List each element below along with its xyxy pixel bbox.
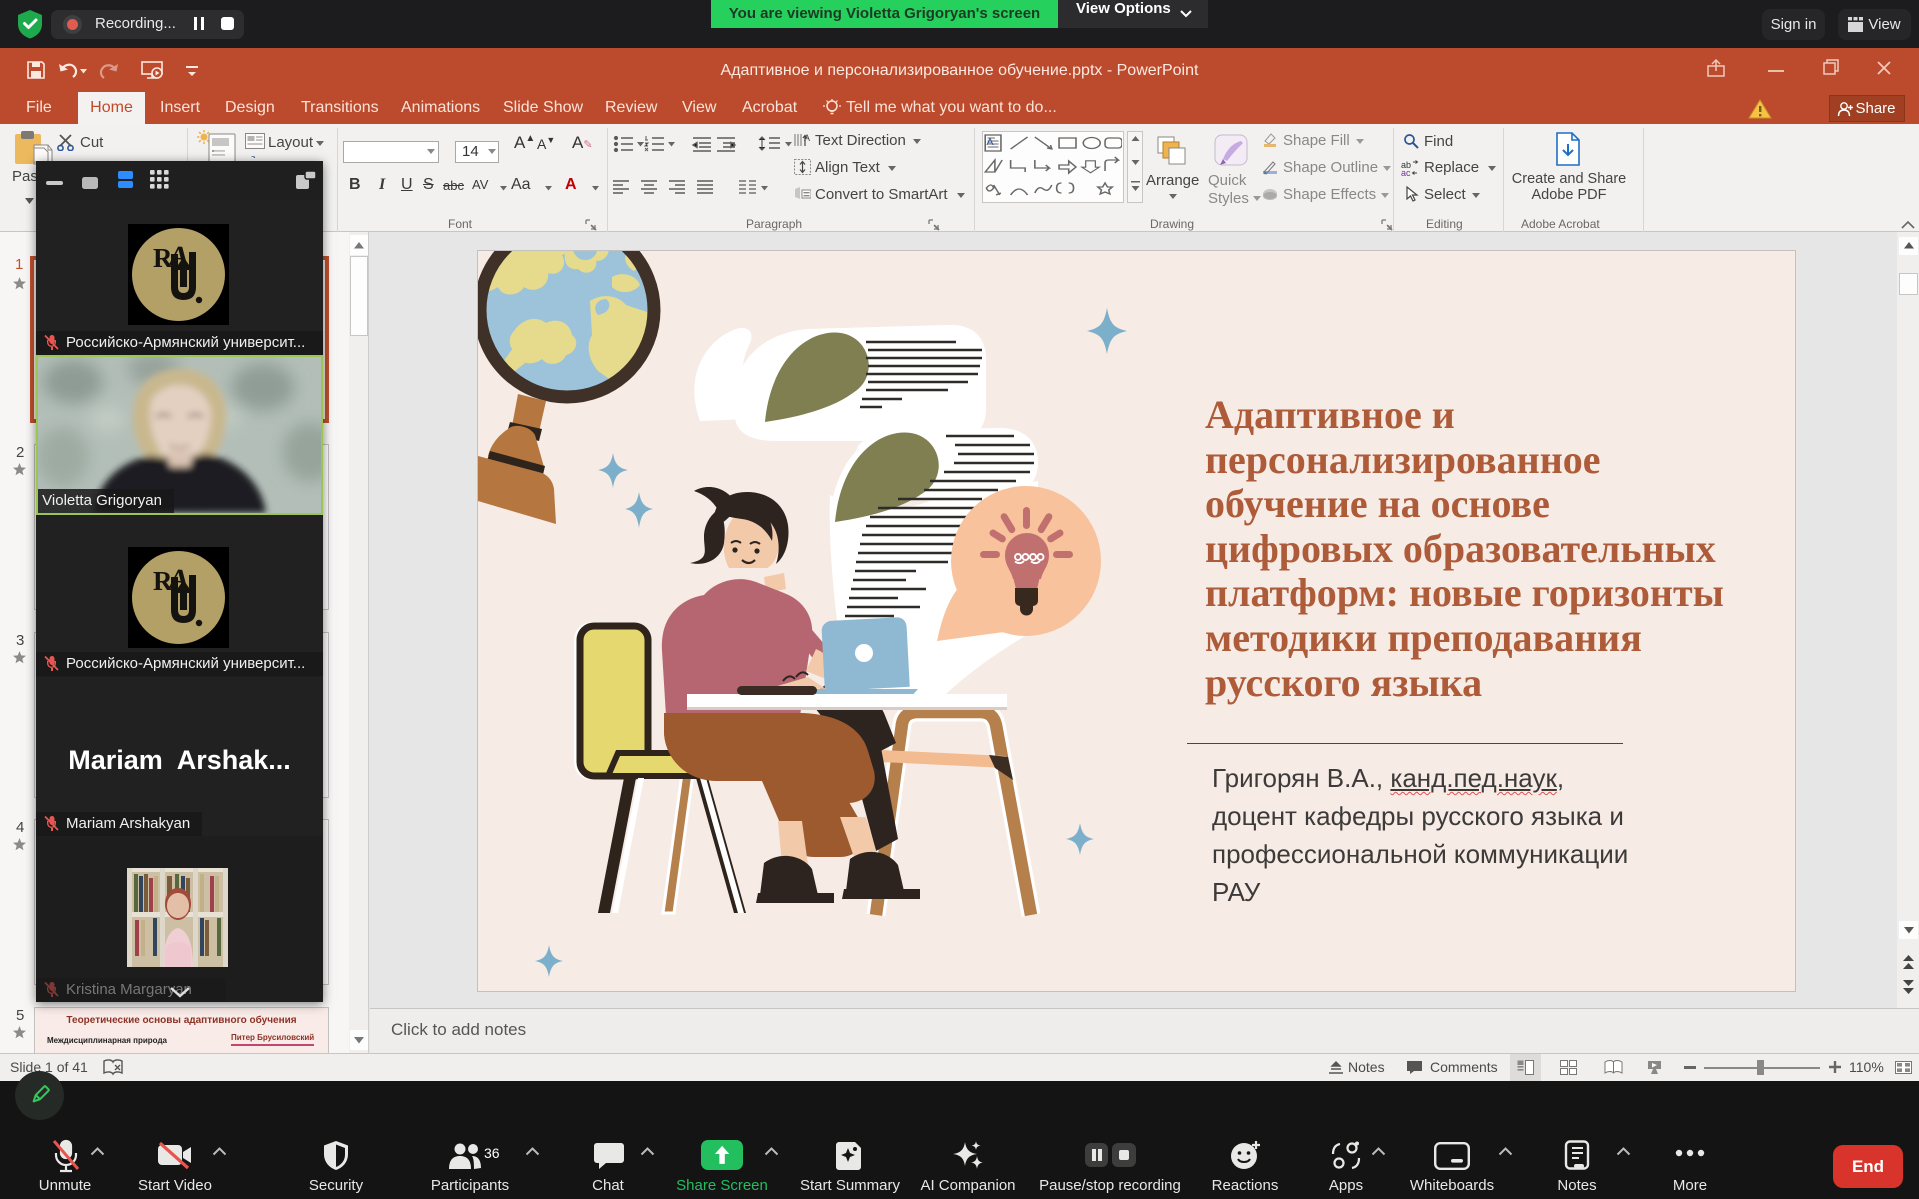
svg-text:A: A [986, 138, 994, 148]
svg-text:ac: ac [1401, 168, 1411, 176]
svg-text:A: A [804, 133, 810, 143]
